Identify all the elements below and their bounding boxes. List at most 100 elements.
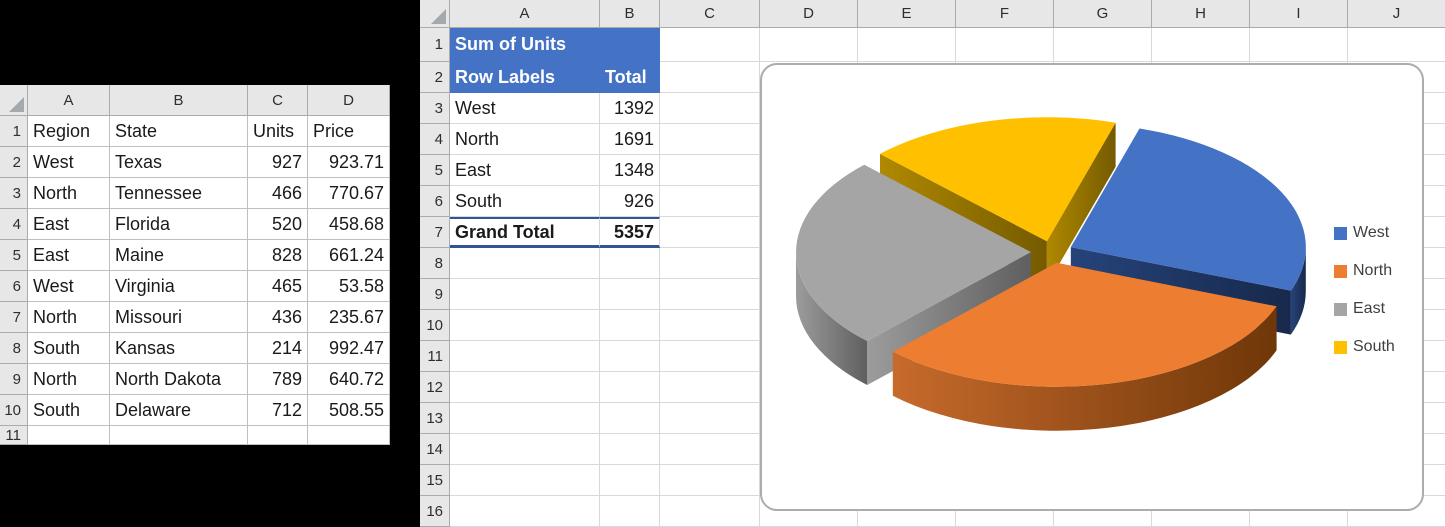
cell-A6[interactable]: West (28, 271, 110, 302)
cell-B13[interactable] (600, 403, 660, 434)
row-header-7[interactable]: 7 (0, 302, 28, 333)
cell-A10[interactable] (450, 310, 600, 341)
cell-A5[interactable]: East (28, 240, 110, 271)
select-all-corner[interactable] (0, 85, 28, 116)
row-header-9[interactable]: 9 (420, 279, 450, 310)
col-header-B[interactable]: B (110, 85, 248, 116)
cell-B5[interactable]: 1348 (600, 155, 660, 186)
cell-D5[interactable]: 661.24 (308, 240, 390, 271)
row-header-3[interactable]: 3 (420, 93, 450, 124)
cell-C14[interactable] (660, 434, 760, 465)
row-header-11[interactable]: 11 (420, 341, 450, 372)
row-header-14[interactable]: 14 (420, 434, 450, 465)
cell-B11[interactable] (600, 341, 660, 372)
cell-B9[interactable] (600, 279, 660, 310)
3d-pie-chart[interactable] (762, 65, 1422, 509)
cell-B3[interactable]: 1392 (600, 93, 660, 124)
cell-B1[interactable] (600, 28, 660, 62)
cell-C5[interactable] (660, 155, 760, 186)
cell-A1[interactable]: Sum of Units (450, 28, 600, 62)
cell-A4[interactable]: North (450, 124, 600, 155)
cell-B2[interactable]: Total (600, 62, 660, 93)
cell-A9[interactable]: North (28, 364, 110, 395)
cell-H1[interactable] (1152, 28, 1250, 62)
cell-B15[interactable] (600, 465, 660, 496)
cell-D1[interactable]: Price (308, 116, 390, 147)
cell-C11[interactable] (660, 341, 760, 372)
select-all-corner[interactable] (420, 0, 450, 28)
cell-J1[interactable] (1348, 28, 1445, 62)
cell-A7[interactable]: North (28, 302, 110, 333)
cell-C6[interactable]: 465 (248, 271, 308, 302)
cell-D2[interactable]: 923.71 (308, 147, 390, 178)
row-header-9[interactable]: 9 (0, 364, 28, 395)
row-header-12[interactable]: 12 (420, 372, 450, 403)
cell-A8[interactable] (450, 248, 600, 279)
cell-A3[interactable]: North (28, 178, 110, 209)
cell-B14[interactable] (600, 434, 660, 465)
cell-B8[interactable] (600, 248, 660, 279)
cell-C4[interactable]: 520 (248, 209, 308, 240)
cell-B10[interactable] (600, 310, 660, 341)
cell-C16[interactable] (660, 496, 760, 527)
cell-D11[interactable] (308, 426, 390, 445)
cell-A7[interactable]: Grand Total (450, 217, 600, 248)
col-header-A[interactable]: A (28, 85, 110, 116)
cell-A13[interactable] (450, 403, 600, 434)
col-header-E[interactable]: E (858, 0, 956, 28)
cell-A1[interactable]: Region (28, 116, 110, 147)
cell-B10[interactable]: Delaware (110, 395, 248, 426)
cell-B3[interactable]: Tennessee (110, 178, 248, 209)
cell-C4[interactable] (660, 124, 760, 155)
cell-A15[interactable] (450, 465, 600, 496)
cell-A3[interactable]: West (450, 93, 600, 124)
cell-A9[interactable] (450, 279, 600, 310)
cell-C1[interactable] (660, 28, 760, 62)
cell-D10[interactable]: 508.55 (308, 395, 390, 426)
cell-A5[interactable]: East (450, 155, 600, 186)
cell-B4[interactable]: Florida (110, 209, 248, 240)
cell-C7[interactable] (660, 217, 760, 248)
col-header-H[interactable]: H (1152, 0, 1250, 28)
cell-A16[interactable] (450, 496, 600, 527)
cell-B11[interactable] (110, 426, 248, 445)
cell-C10[interactable] (660, 310, 760, 341)
cell-C5[interactable]: 828 (248, 240, 308, 271)
cell-B16[interactable] (600, 496, 660, 527)
cell-A14[interactable] (450, 434, 600, 465)
cell-C3[interactable] (660, 93, 760, 124)
row-header-16[interactable]: 16 (420, 496, 450, 527)
row-header-15[interactable]: 15 (420, 465, 450, 496)
cell-C7[interactable]: 436 (248, 302, 308, 333)
cell-B9[interactable]: North Dakota (110, 364, 248, 395)
cell-C10[interactable]: 712 (248, 395, 308, 426)
row-header-7[interactable]: 7 (420, 217, 450, 248)
row-header-10[interactable]: 10 (420, 310, 450, 341)
cell-A11[interactable] (28, 426, 110, 445)
col-header-J[interactable]: J (1348, 0, 1445, 28)
cell-C2[interactable]: 927 (248, 147, 308, 178)
col-header-A[interactable]: A (450, 0, 600, 28)
cell-B8[interactable]: Kansas (110, 333, 248, 364)
legend-item-south[interactable]: South (1334, 335, 1395, 359)
cell-A10[interactable]: South (28, 395, 110, 426)
cell-C9[interactable] (660, 279, 760, 310)
cell-A2[interactable]: Row Labels (450, 62, 600, 93)
row-header-5[interactable]: 5 (0, 240, 28, 271)
cell-B6[interactable]: Virginia (110, 271, 248, 302)
col-header-C[interactable]: C (248, 85, 308, 116)
cell-C1[interactable]: Units (248, 116, 308, 147)
cell-D3[interactable]: 770.67 (308, 178, 390, 209)
row-header-13[interactable]: 13 (420, 403, 450, 434)
cell-D1[interactable] (760, 28, 858, 62)
cell-E1[interactable] (858, 28, 956, 62)
row-header-4[interactable]: 4 (0, 209, 28, 240)
cell-B6[interactable]: 926 (600, 186, 660, 217)
col-header-I[interactable]: I (1250, 0, 1348, 28)
row-header-2[interactable]: 2 (420, 62, 450, 93)
cell-B5[interactable]: Maine (110, 240, 248, 271)
cell-C8[interactable]: 214 (248, 333, 308, 364)
col-header-G[interactable]: G (1054, 0, 1152, 28)
cell-A4[interactable]: East (28, 209, 110, 240)
cell-C13[interactable] (660, 403, 760, 434)
